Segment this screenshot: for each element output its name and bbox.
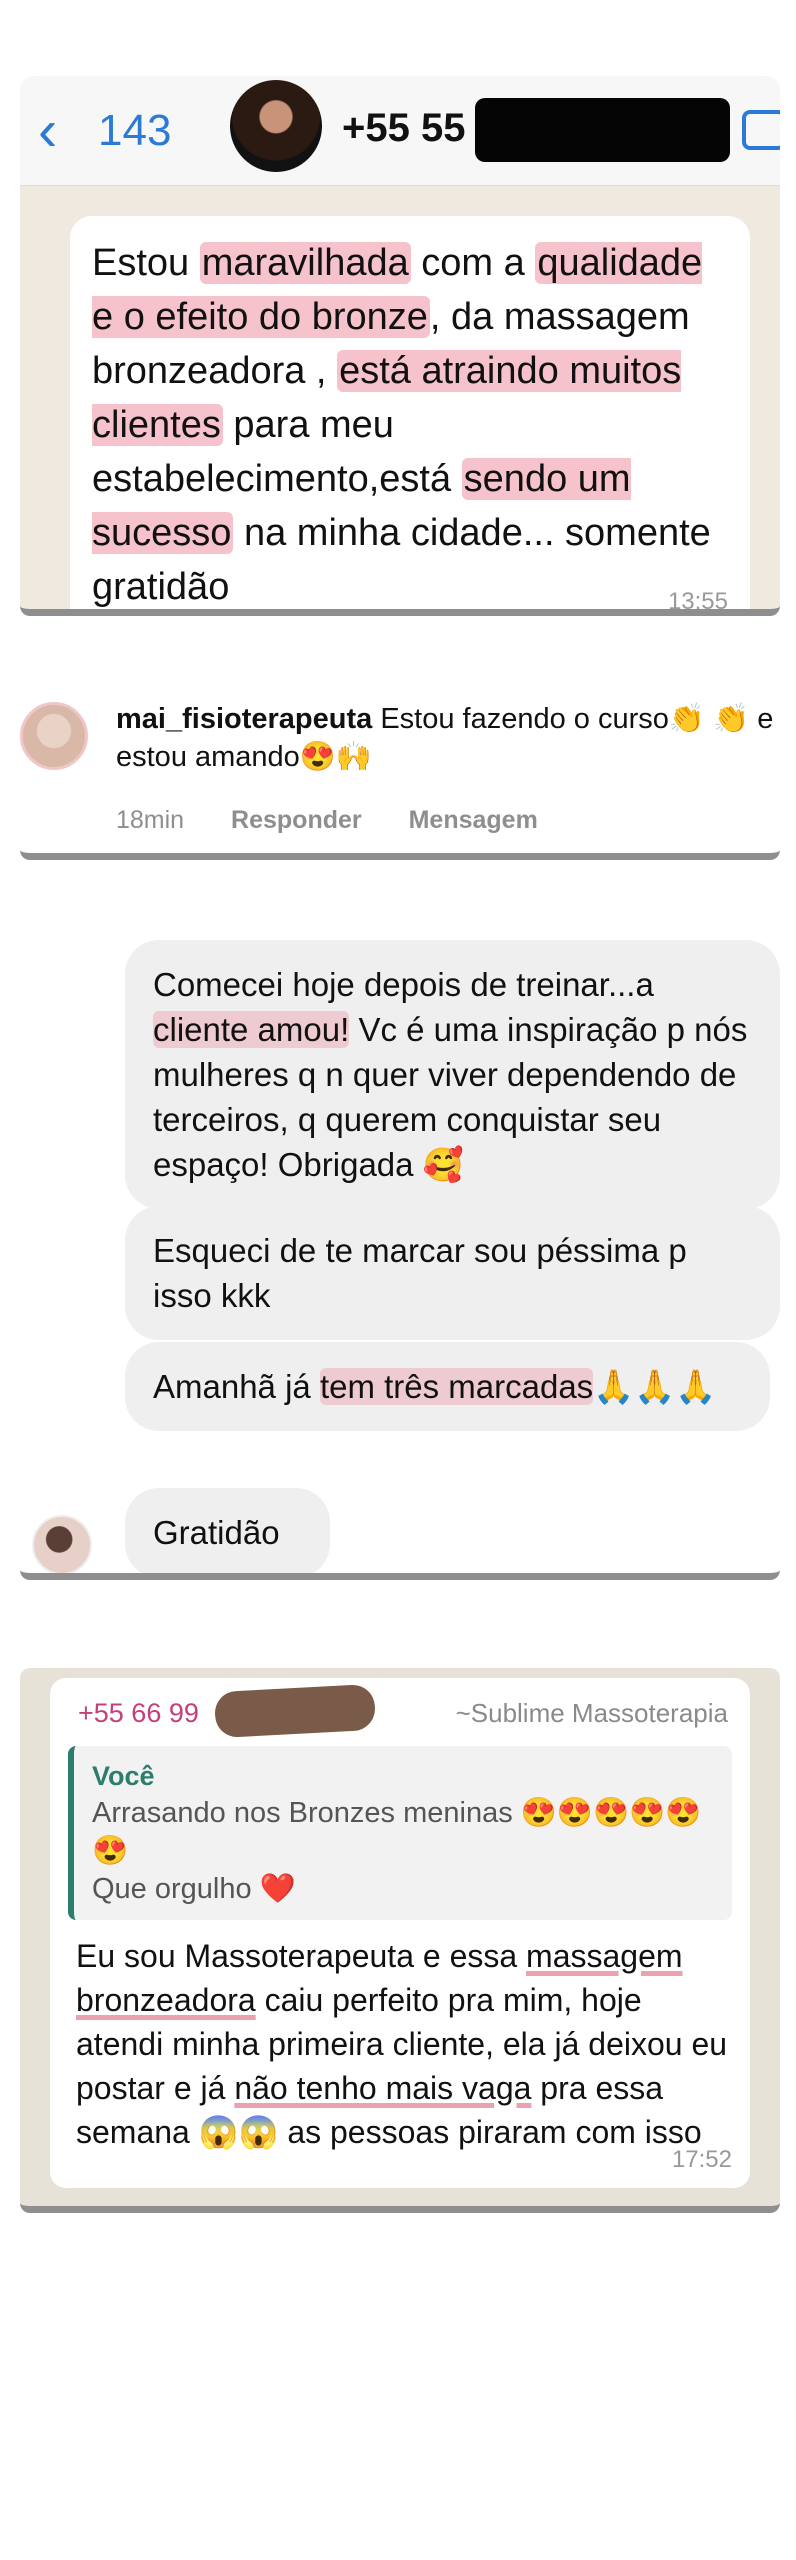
message-button[interactable]: Mensagem (409, 806, 538, 834)
message-body: Eu sou Massoterapeuta e essa massagem br… (76, 1934, 736, 2154)
quoted-message[interactable]: Você Arrasando nos Bronzes meninas 😍😍😍😍😍… (68, 1746, 732, 1920)
message-text: Estou maravilhada com a qualidade e o ef… (92, 236, 728, 609)
highlighted-text: maravilhada (199, 242, 411, 284)
commenter-username[interactable]: mai_fisioterapeuta (116, 703, 372, 735)
whatsapp-testimonial-card: ‹ 143 +55 55 Estou maravilhada com a qua… (20, 76, 780, 616)
text-segment: Estou (92, 242, 200, 284)
sender-number[interactable]: +55 66 99 (78, 1698, 199, 1729)
message-text: Gratidão (153, 1514, 280, 1551)
whatsapp-group-card: +55 66 99 ~Sublime Massoterapia Você Arr… (20, 1668, 780, 2213)
video-call-icon[interactable] (742, 110, 780, 150)
highlighted-text: tem três marcadas (319, 1368, 594, 1405)
direct-message-card: Comecei hoje depois de treinar...a clien… (20, 930, 780, 1580)
redaction-smudge (213, 1683, 377, 1739)
sender-avatar[interactable] (32, 1515, 92, 1573)
text-segment: Comecei hoje depois de treinar...a (153, 966, 654, 1003)
text-segment: com a (410, 242, 536, 284)
text-segment: Eu sou Massoterapeuta e essa (76, 1938, 527, 1974)
group-message-bubble: +55 66 99 ~Sublime Massoterapia Você Arr… (50, 1678, 750, 2188)
highlighted-text: cliente amou! (153, 1011, 350, 1048)
quoted-text-line: Que orgulho ❤️ (92, 1873, 296, 1905)
message-time: 17:52 (671, 2146, 732, 2173)
quoted-text-line: Arrasando nos Bronzes meninas 😍😍😍😍😍😍 (92, 1797, 702, 1867)
contact-number[interactable]: +55 55 (342, 106, 465, 151)
quoted-sender: Você (92, 1761, 155, 1791)
chat-header: ‹ 143 +55 55 (20, 76, 780, 186)
instagram-comment-card: mai_fisioterapeuta Estou fazendo o curso… (20, 700, 780, 860)
message-bubble: Estou maravilhada com a qualidade e o ef… (70, 216, 750, 615)
text-segment: 🙏🙏🙏 (593, 1368, 717, 1405)
redaction-bar (475, 98, 730, 162)
commenter-avatar[interactable] (20, 702, 88, 770)
comment-age: 18min (116, 806, 185, 834)
back-count[interactable]: 143 (98, 106, 171, 156)
dm-message-bubble: Comecei hoje depois de treinar...a clien… (125, 940, 780, 1209)
comment-meta: 18min Responder Mensagem (116, 806, 578, 835)
reply-button[interactable]: Responder (231, 806, 362, 834)
group-name: ~Sublime Massoterapia (455, 1698, 728, 1728)
message-time: 13:55 (667, 588, 728, 615)
dm-message-bubble: Amanhã já tem três marcadas🙏🙏🙏 (125, 1342, 770, 1431)
dm-message-bubble: Gratidão (125, 1488, 330, 1573)
text-segment: Amanhã já (153, 1368, 320, 1405)
contact-avatar[interactable] (230, 80, 322, 172)
underlined-text: não tenho mais vaga (234, 2070, 532, 2106)
back-chevron-icon[interactable]: ‹ (38, 102, 57, 160)
dm-message-bubble: Esqueci de te marcar sou péssima p isso … (125, 1206, 780, 1340)
message-text: Esqueci de te marcar sou péssima p isso … (153, 1232, 687, 1314)
comment-text: mai_fisioterapeuta Estou fazendo o curso… (116, 700, 776, 776)
